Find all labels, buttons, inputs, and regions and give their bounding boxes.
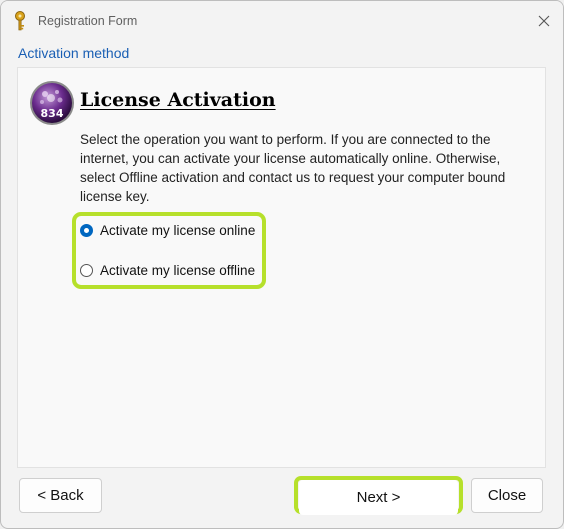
option-online[interactable]: Activate my license online: [80, 220, 255, 240]
license-seal-icon: 834: [30, 81, 74, 125]
option-offline[interactable]: Activate my license offline: [80, 260, 255, 280]
registration-window: Registration Form Activation method 834 …: [0, 0, 564, 529]
key-icon: [15, 11, 25, 31]
page-title: License Activation: [80, 89, 276, 111]
window-title: Registration Form: [38, 14, 138, 28]
logo-text: 834: [41, 107, 64, 120]
next-button[interactable]: Next >: [299, 480, 458, 515]
radio-offline[interactable]: [80, 263, 93, 277]
close-button[interactable]: Close: [471, 478, 543, 513]
option-online-label: Activate my license online: [100, 222, 256, 238]
window-close-button[interactable]: [531, 9, 557, 33]
radio-online[interactable]: [80, 223, 93, 237]
option-offline-label: Activate my license offline: [100, 262, 256, 278]
back-button[interactable]: < Back: [19, 478, 102, 513]
section-label: Activation method: [18, 45, 130, 61]
close-icon: [538, 15, 550, 27]
title-bar: Registration Form: [1, 1, 563, 41]
description-text: Select the operation you want to perform…: [80, 132, 506, 204]
